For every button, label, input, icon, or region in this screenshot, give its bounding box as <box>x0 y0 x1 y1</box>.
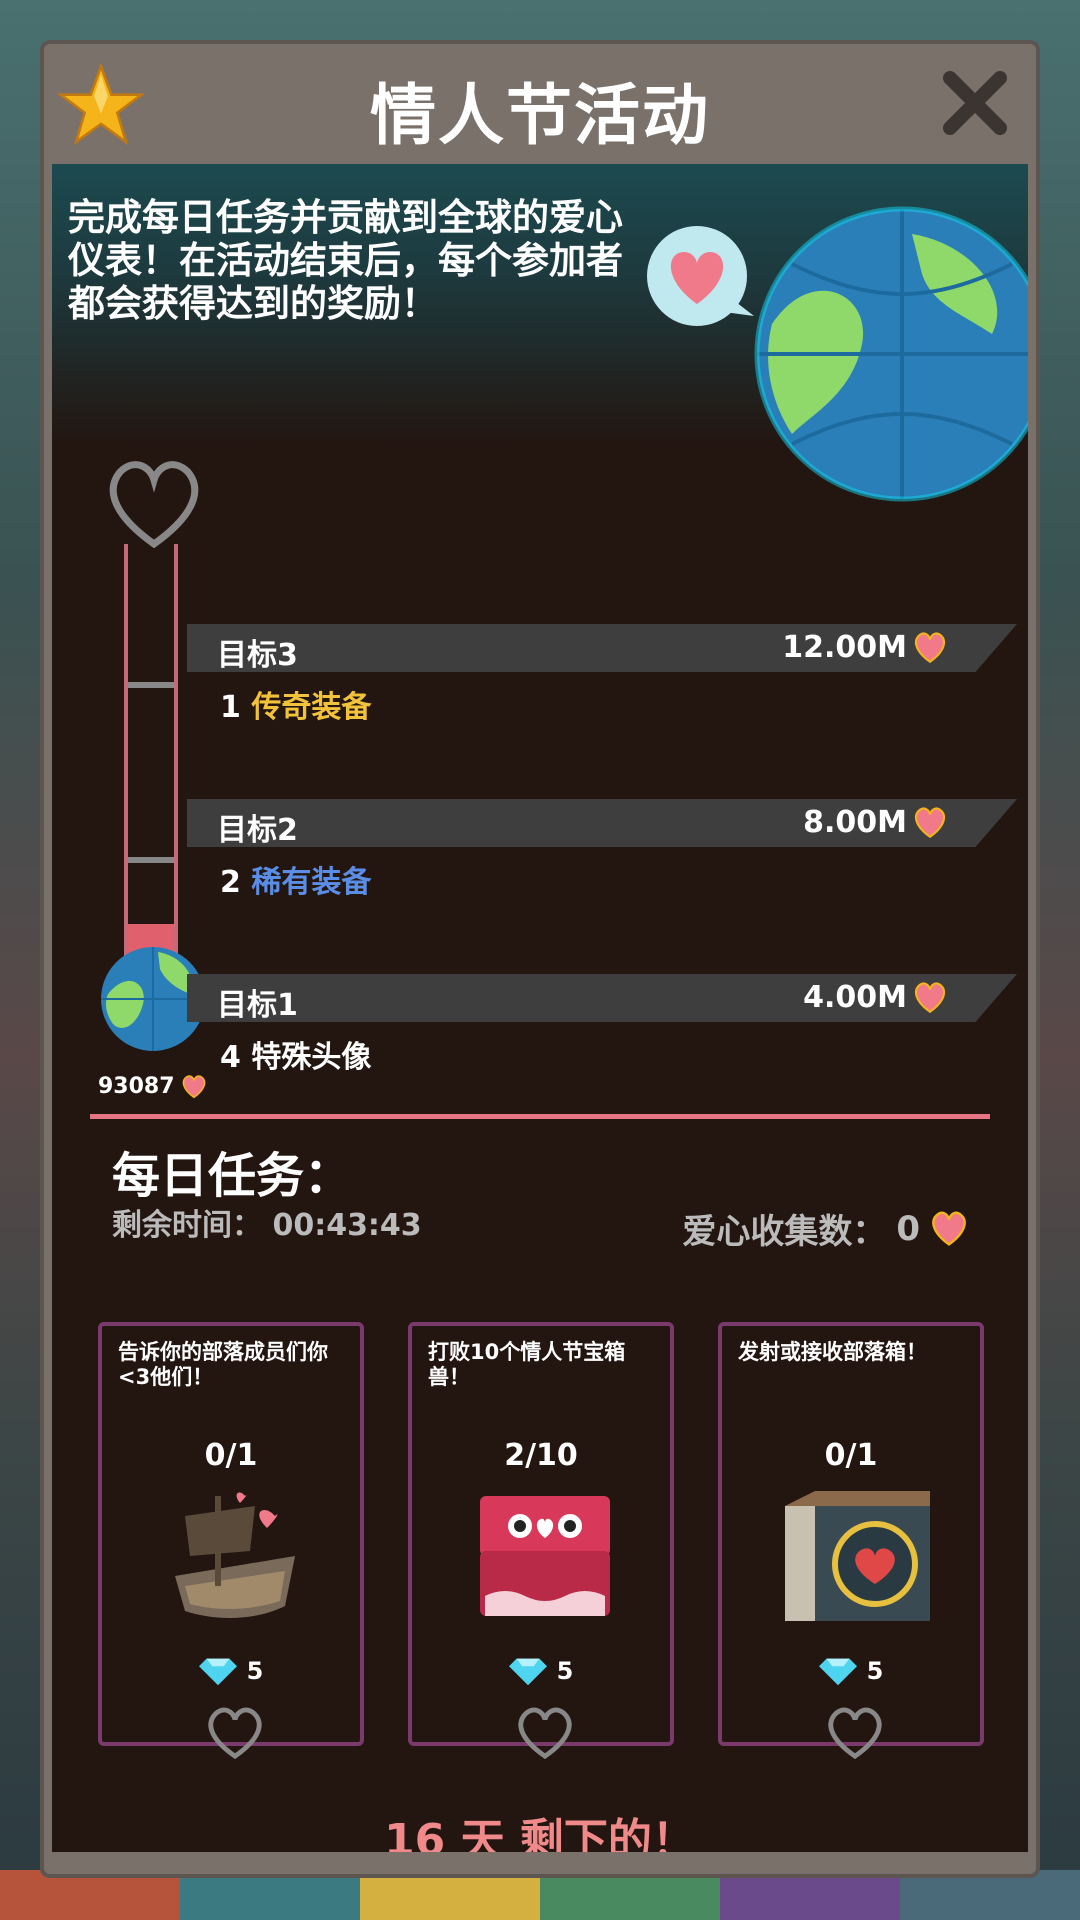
task-reward: 5 <box>102 1656 360 1686</box>
reward-name: 稀有装备 <box>251 865 372 900</box>
gem-amount: 5 <box>866 1657 884 1685</box>
heart-outline-icon <box>109 461 199 549</box>
intro-area: 完成每日任务并贡献到全球的爱心仪表！在活动结束后，每个参加者都会获得达到的奖励！ <box>52 164 1028 502</box>
gem-amount: 5 <box>556 1657 574 1685</box>
section-divider <box>90 1114 990 1119</box>
goal-3-reward: 1 传奇装备 <box>220 682 371 726</box>
gem-icon <box>508 1658 547 1686</box>
task-card[interactable]: 告诉你的部落成员们你<3他们！ 0/1 5 <box>98 1322 364 1760</box>
task-progress: 2/10 <box>504 1438 578 1473</box>
heart-outline-icon <box>518 1707 572 1760</box>
task-progress: 0/1 <box>824 1438 878 1473</box>
dialog-title-bar: 情人节活动 <box>44 44 1036 162</box>
dialog-title: 情人节活动 <box>370 77 710 154</box>
current-heart-count: 93087 <box>98 1074 207 1099</box>
goal-amount: 12.00M <box>782 630 947 665</box>
goal-2-bar: 目标2 8.00M <box>187 799 1017 847</box>
heart-icon <box>914 631 946 663</box>
goal-amount: 8.00M <box>803 805 947 840</box>
time-remaining: 剩余时间： 00:43:43 <box>112 1208 422 1243</box>
goal-amount-value: 12.00M <box>782 630 907 665</box>
heart-icon <box>932 1211 966 1246</box>
goal-1-reward: 4 特殊头像 <box>220 1032 371 1076</box>
close-icon[interactable] <box>940 68 1010 138</box>
gem-icon <box>818 1658 857 1686</box>
dialog-content: 完成每日任务并贡献到全球的爱心仪表！在活动结束后，每个参加者都会获得达到的奖励！ <box>52 164 1028 1852</box>
clan-crate-icon <box>785 1491 930 1621</box>
goal-name: 目标3 <box>217 638 298 673</box>
task-reward: 5 <box>412 1656 670 1686</box>
days-remaining: 16 天 剩下的！ <box>384 1815 696 1852</box>
goal-amount-value: 4.00M <box>803 980 907 1015</box>
heart-outline-icon <box>828 1707 882 1760</box>
gem-icon <box>198 1658 237 1686</box>
task-card[interactable]: 打败10个情人节宝箱兽！ 2/10 5 <box>408 1322 674 1760</box>
task-description: 打败10个情人节宝箱兽！ <box>428 1340 626 1389</box>
bottom-tab-strip <box>0 1870 1080 1920</box>
heart-outline-icon <box>208 1707 262 1760</box>
goal-1-bar: 目标1 4.00M <box>187 974 1017 1022</box>
meter-tube <box>124 544 178 974</box>
collect-label: 爱心收集数： <box>682 1212 887 1252</box>
task-card[interactable]: 发射或接收部落箱！ 0/1 5 <box>718 1322 984 1760</box>
goal-amount-value: 8.00M <box>803 805 907 840</box>
task-description: 发射或接收部落箱！ <box>738 1340 927 1364</box>
meter-tick <box>128 857 174 863</box>
chest-monster-icon <box>480 1496 610 1616</box>
meter-tick <box>128 682 174 688</box>
reward-qty: 4 <box>220 1040 241 1075</box>
ship-icon <box>175 1492 295 1618</box>
intro-text: 完成每日任务并贡献到全球的爱心仪表！在活动结束后，每个参加者都会获得达到的奖励！ <box>68 196 623 325</box>
event-dialog: 情人节活动 完成每日任务并贡献到全球的爱心仪表！在活动结束后，每个参加者都会获得… <box>44 44 1036 1874</box>
hearts-collected: 爱心收集数： 0 <box>682 1204 968 1253</box>
goal-2-reward: 2 稀有装备 <box>220 857 371 901</box>
reward-name: 特殊头像 <box>251 1040 372 1075</box>
heart-bubble-icon <box>647 226 754 326</box>
heart-icon <box>182 1074 205 1098</box>
task-progress: 0/1 <box>204 1438 258 1473</box>
goal-3-bar: 目标3 12.00M <box>187 624 1017 672</box>
heart-icon <box>914 806 946 838</box>
goal-name: 目标2 <box>217 813 298 848</box>
current-count-value: 93087 <box>98 1074 175 1099</box>
heart-meter: 93087 目标3 12.00M 1 传奇装备 目标2 8.00M 2 稀有装备… <box>52 454 1028 1099</box>
goal-name: 目标1 <box>217 988 298 1023</box>
goal-amount: 4.00M <box>803 980 947 1015</box>
task-description: 告诉你的部落成员们你<3他们！ <box>118 1340 328 1389</box>
task-reward: 5 <box>722 1656 980 1686</box>
collect-value: 0 <box>896 1208 920 1249</box>
reward-qty: 1 <box>220 690 241 725</box>
reward-qty: 2 <box>220 865 241 900</box>
gem-amount: 5 <box>246 1657 264 1685</box>
daily-tasks-title: 每日任务： <box>112 1148 353 1204</box>
reward-name: 传奇装备 <box>251 690 372 725</box>
heart-icon <box>914 981 946 1013</box>
